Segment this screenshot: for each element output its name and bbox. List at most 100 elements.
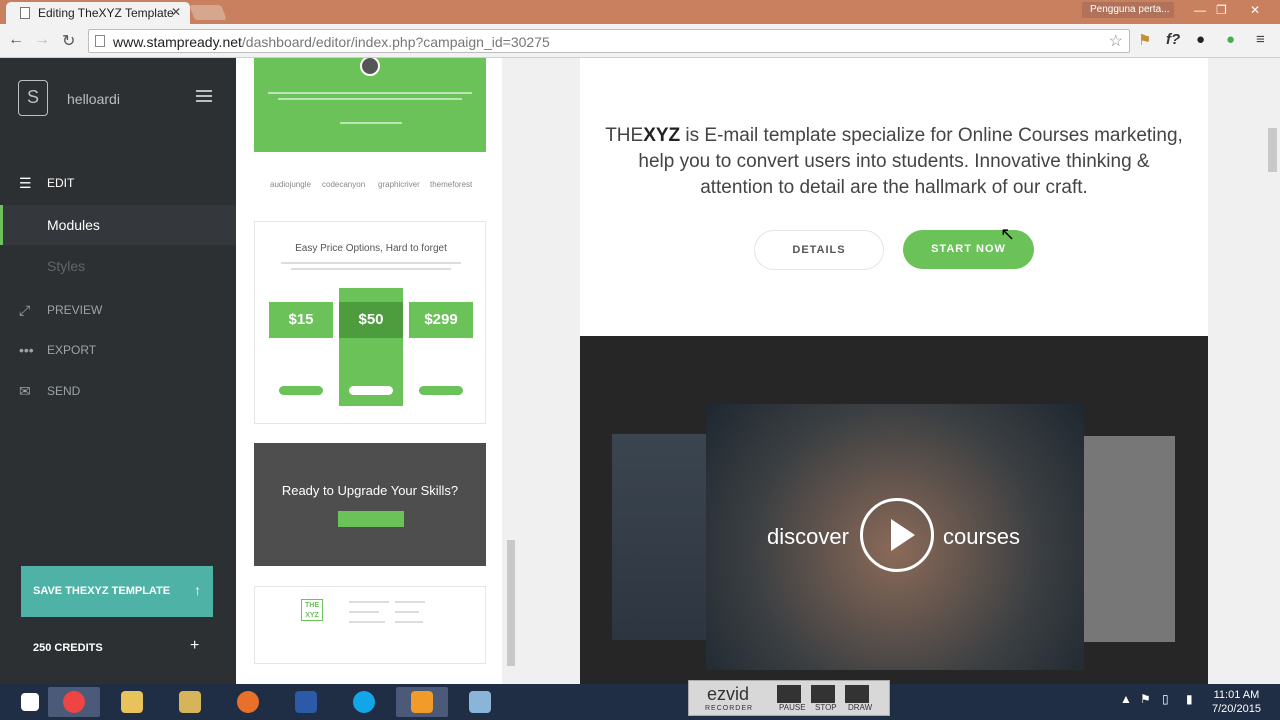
mouse-cursor-icon: ↖: [1000, 224, 1016, 244]
clock-date: 7/20/2015: [1212, 703, 1261, 715]
forward-icon[interactable]: →: [34, 31, 50, 49]
back-icon[interactable]: ←: [8, 31, 24, 49]
draw-icon[interactable]: [845, 685, 869, 703]
extension-font-icon[interactable]: f?: [1166, 31, 1180, 48]
hamburger-menu-icon[interactable]: [196, 90, 212, 105]
nav-export[interactable]: ••• EXPORT: [0, 330, 236, 370]
taskbar-explorer-folder[interactable]: [106, 687, 158, 717]
template-description[interactable]: THEXYZ is E-mail template specialize for…: [600, 123, 1188, 201]
extension-pin-icon[interactable]: ⚑: [1138, 31, 1151, 49]
description-text: is E-mail template specialize for Online…: [638, 125, 1183, 198]
tray-flag-icon[interactable]: ⚑: [1140, 692, 1151, 706]
chrome-menu-icon[interactable]: ≡: [1256, 31, 1265, 48]
avatar: [360, 58, 380, 76]
pricing-column: $15: [269, 288, 333, 406]
tab-title: Editing TheXYZ Template: [38, 6, 174, 20]
footer-logo: THE XYZ: [301, 599, 323, 621]
tray-device-icon[interactable]: ▯: [1162, 692, 1169, 706]
extension-circle-icon[interactable]: ●: [1196, 31, 1205, 48]
logo-graphicriver: graphicriver: [378, 180, 420, 189]
tab-close-icon[interactable]: ✕: [171, 5, 181, 19]
price-value: $299: [409, 302, 473, 338]
maximize-icon[interactable]: ❐: [1216, 3, 1227, 17]
cta-button: [338, 511, 404, 527]
browser-toolbar: ← → ↻ www.stampready.net/dashboard/edito…: [0, 24, 1280, 58]
ezvid-logo: ezvid: [707, 684, 750, 704]
nav-edit-label: EDIT: [47, 176, 75, 190]
skype-icon: [353, 691, 375, 713]
taskbar-chrome[interactable]: [48, 687, 100, 717]
app-sidebar: S helloardi ☰ EDIT Modules Styles ⤢ PREV…: [0, 58, 236, 684]
cta-title: Ready to Upgrade Your Skills?: [281, 483, 459, 498]
user-profile-badge[interactable]: Pengguna perta...: [1082, 2, 1174, 18]
taskbar-word[interactable]: [280, 687, 332, 717]
username: helloardi: [67, 91, 120, 107]
module-testimonial-thumbnail[interactable]: [254, 58, 486, 152]
nav-styles-label: Styles: [47, 258, 86, 274]
draw-label: DRAW: [848, 703, 873, 712]
browser-tab[interactable]: Editing TheXYZ Template ✕: [6, 2, 190, 24]
tray-expand-icon[interactable]: ▲: [1120, 692, 1132, 706]
modules-panel: audiojungle codecanyon graphicriver them…: [236, 58, 502, 684]
expand-icon: ⤢: [19, 302, 31, 318]
page-icon: [20, 7, 30, 19]
pricing-column-featured: $50: [339, 288, 403, 406]
side-image: [1083, 436, 1175, 642]
tray-signal-icon[interactable]: ▮: [1186, 692, 1193, 706]
modules-scroll-thumb[interactable]: [507, 540, 515, 666]
price-value: $50: [339, 302, 403, 338]
nav-send[interactable]: ✉ SEND: [0, 371, 236, 411]
folder-icon: [121, 691, 143, 713]
save-template-button[interactable]: SAVE THEXYZ TEMPLATE ↑: [21, 566, 213, 617]
nav-styles[interactable]: Styles: [0, 246, 236, 286]
url-path: /dashboard/editor/index.php?campaign_id=…: [241, 34, 550, 50]
reload-icon[interactable]: ↻: [62, 31, 75, 51]
taskbar-firefox[interactable]: [222, 687, 274, 717]
stop-icon[interactable]: [811, 685, 835, 703]
video-caption-left: discover: [767, 524, 849, 549]
bookmark-star-icon[interactable]: ☆: [1109, 31, 1123, 51]
file-manager-icon: [179, 691, 201, 713]
module-pricing-thumbnail[interactable]: Easy Price Options, Hard to forget $15 $…: [254, 221, 486, 424]
brand-bold: XYZ: [643, 125, 681, 146]
recorder-label: RECORDER: [705, 705, 754, 712]
browser-titlebar: Editing TheXYZ Template ✕ Pengguna perta…: [0, 0, 1280, 24]
nav-preview[interactable]: ⤢ PREVIEW: [0, 290, 236, 330]
new-tab-button[interactable]: [189, 5, 227, 20]
nav-preview-label: PREVIEW: [47, 303, 103, 317]
url-host: www.stampready.net: [113, 34, 242, 50]
brand-light: THE: [605, 125, 644, 146]
dots-icon: •••: [19, 342, 34, 358]
chrome-icon: [63, 691, 85, 713]
page-scroll-thumb[interactable]: [1268, 128, 1277, 172]
nav-edit[interactable]: ☰ EDIT: [0, 163, 236, 203]
page-icon: [95, 35, 105, 47]
nav-modules-label: Modules: [47, 217, 100, 233]
module-footer-thumbnail[interactable]: THE XYZ: [254, 586, 486, 664]
module-cta-thumbnail[interactable]: Ready to Upgrade Your Skills?: [254, 443, 486, 566]
play-icon[interactable]: [860, 498, 934, 572]
add-credits-button[interactable]: +: [190, 637, 199, 655]
system-clock[interactable]: 11:01 AM 7/20/2015: [1212, 688, 1261, 716]
stampready-logo[interactable]: S: [18, 80, 48, 116]
address-bar[interactable]: www.stampready.net/dashboard/editor/inde…: [88, 29, 1130, 53]
word-icon: [295, 691, 317, 713]
pricing-title: Easy Price Options, Hard to forget: [295, 243, 447, 254]
taskbar-file-manager[interactable]: [164, 687, 216, 717]
envelope-icon: ✉: [19, 383, 31, 399]
details-button[interactable]: DETAILS: [754, 230, 884, 270]
taskbar-skype[interactable]: [338, 687, 390, 717]
module-logos-thumbnail[interactable]: audiojungle codecanyon graphicriver them…: [254, 176, 486, 196]
sliders-icon: ☰: [19, 175, 32, 191]
nav-modules[interactable]: Modules: [0, 205, 236, 245]
pricing-column: $299: [409, 288, 473, 406]
minimize-icon[interactable]: —: [1194, 3, 1206, 17]
pause-label: PAUSE: [779, 703, 806, 712]
logo-themeforest: themeforest: [430, 180, 473, 189]
taskbar-paint[interactable]: [454, 687, 506, 717]
price-value: $15: [269, 302, 333, 338]
extension-grammarly-icon[interactable]: ●: [1226, 31, 1235, 48]
taskbar-sublime[interactable]: [396, 687, 448, 717]
pause-icon[interactable]: [777, 685, 801, 703]
window-close-icon[interactable]: ✕: [1250, 3, 1260, 17]
